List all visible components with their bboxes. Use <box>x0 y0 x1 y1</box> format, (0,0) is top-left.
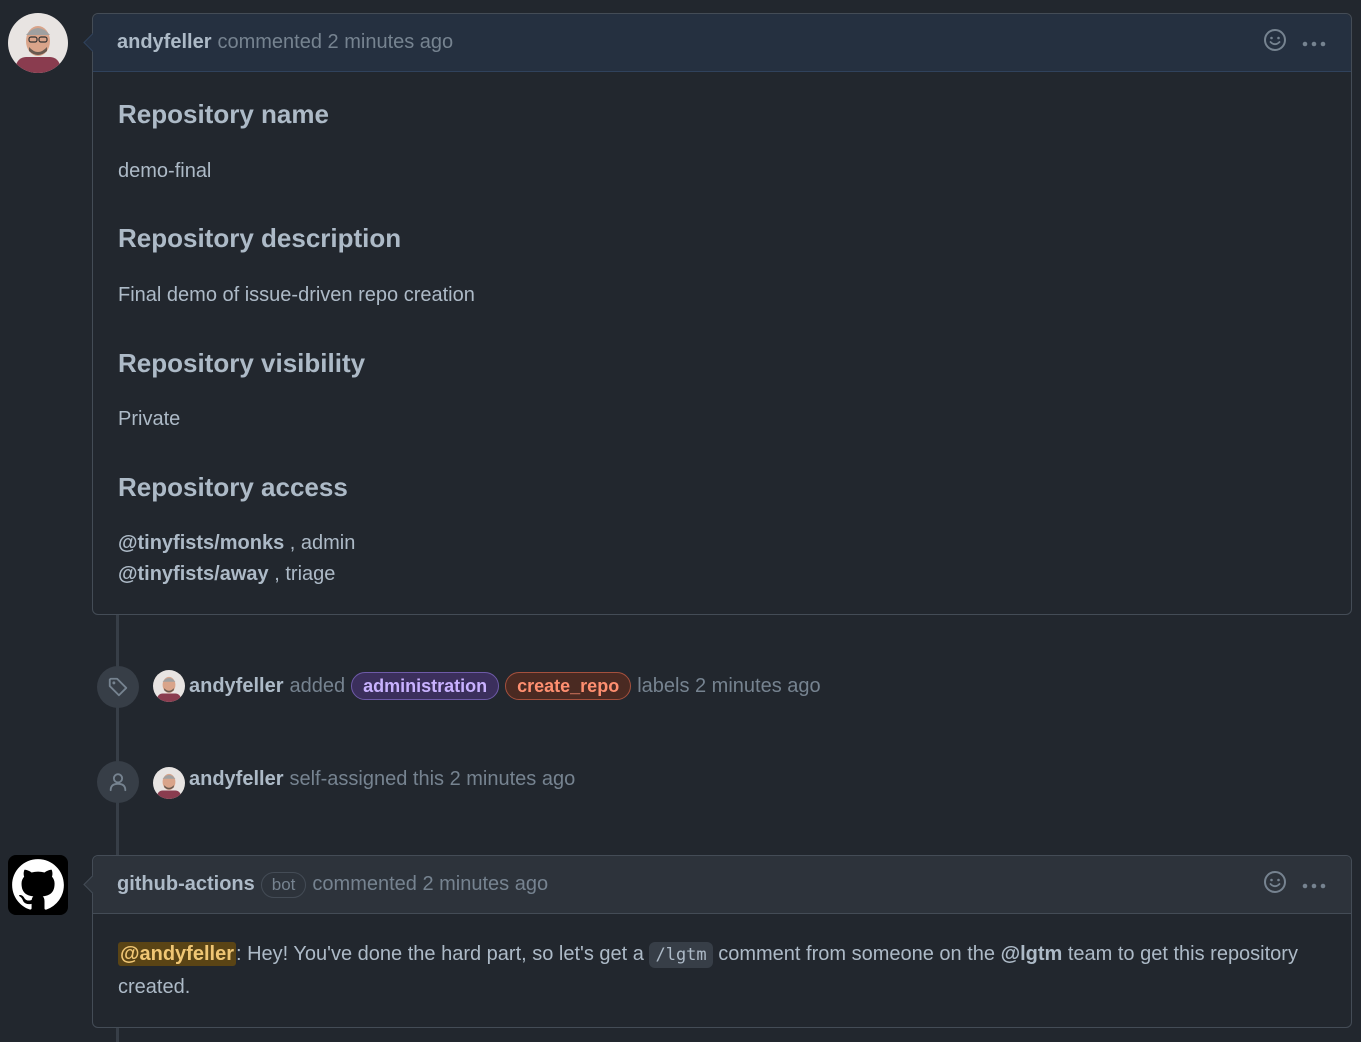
user-mention[interactable]: @andyfeller <box>118 942 236 966</box>
access-line: @tinyfists/monks , admin <box>118 532 355 555</box>
timeline-line-bottom <box>116 1027 119 1042</box>
section-heading: Repository description <box>118 223 402 253</box>
event-actor[interactable]: andyfeller <box>189 768 283 791</box>
label-create-repo[interactable]: create_repo <box>505 672 632 700</box>
smiley-icon[interactable] <box>1263 28 1287 58</box>
comment-header: github-actions bot commented 2 minutes a… <box>93 856 1351 914</box>
bot-comment-body: @andyfeller: Hey! You've done the hard p… <box>118 938 1328 1003</box>
event-suffix[interactable]: labels 2 minutes ago <box>637 675 820 698</box>
person-icon <box>97 761 139 803</box>
assign-event: andyfeller self-assigned this 2 minutes … <box>189 768 575 791</box>
comment-andyfeller: andyfeller commented 2 minutes ago Repos… <box>83 13 1352 615</box>
team-mention[interactable]: @tinyfists/away <box>118 563 269 585</box>
section-content: demo-final <box>118 160 212 182</box>
comment-author[interactable]: andyfeller <box>117 31 211 54</box>
section-heading: Repository visibility <box>118 348 366 378</box>
smiley-icon[interactable] <box>1263 870 1287 900</box>
comment-header: andyfeller commented 2 minutes ago <box>93 14 1351 72</box>
bot-badge: bot <box>260 871 307 898</box>
timeline-line <box>116 615 119 855</box>
inline-code: /lgtm <box>649 942 713 968</box>
event-text[interactable]: self-assigned this 2 minutes ago <box>289 768 575 791</box>
avatar[interactable] <box>8 13 68 73</box>
comment-timestamp[interactable]: commented 2 minutes ago <box>312 873 548 896</box>
team-mention[interactable]: @tinyfists/monks <box>118 532 284 554</box>
github-logo-icon <box>12 859 64 910</box>
event-verb: added <box>289 674 346 697</box>
comment-text: : Hey! You've done the hard part, so let… <box>235 943 644 965</box>
event-actor[interactable]: andyfeller <box>189 675 283 698</box>
section-heading: Repository name <box>118 99 329 129</box>
kebab-icon[interactable] <box>1301 31 1327 54</box>
avatar[interactable] <box>153 767 185 799</box>
labels-event: andyfeller added administration create_r… <box>189 672 821 700</box>
comment-text: comment from someone on the <box>718 943 996 965</box>
access-line: @tinyfists/away , triage <box>118 563 335 586</box>
team-role: , admin <box>289 532 356 554</box>
comment-timestamp[interactable]: commented 2 minutes ago <box>217 31 453 54</box>
section-content: Final demo of issue-driven repo creation <box>118 284 475 306</box>
comment-author[interactable]: github-actions <box>117 873 255 896</box>
tag-icon <box>97 666 139 708</box>
github-actions-avatar[interactable] <box>8 855 68 915</box>
team-mention[interactable]: @lgtm <box>1001 943 1063 965</box>
section-heading: Repository access <box>118 472 348 502</box>
team-role: , triage <box>274 563 336 585</box>
section-content: Private <box>118 408 181 430</box>
comment-github-actions: github-actions bot commented 2 minutes a… <box>83 855 1352 1028</box>
kebab-icon[interactable] <box>1301 873 1327 896</box>
avatar[interactable] <box>153 670 185 702</box>
label-administration[interactable]: administration <box>351 672 500 700</box>
